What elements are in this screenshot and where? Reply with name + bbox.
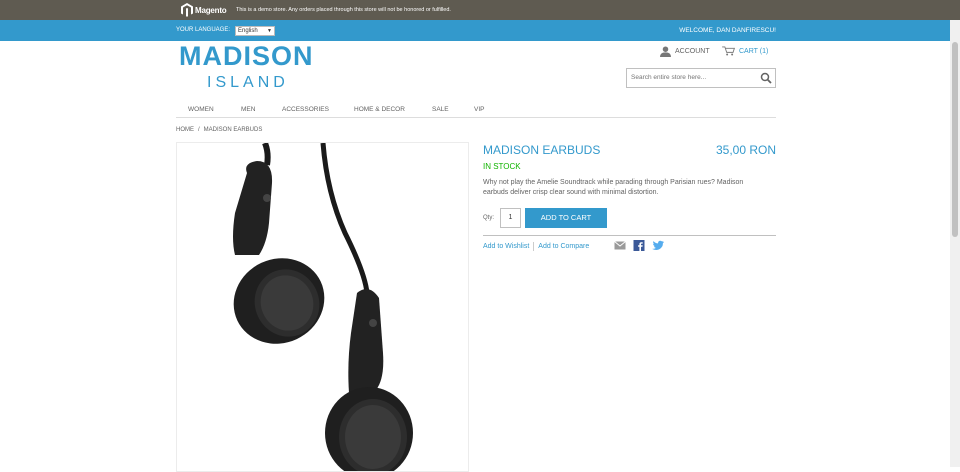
demo-notice-bar: Magento This is a demo store. Any orders… (0, 0, 960, 20)
logo-sub-text: ISLAND (207, 74, 289, 91)
link-separator (533, 242, 535, 251)
search-icon[interactable] (760, 72, 772, 84)
earbuds-image (233, 143, 413, 471)
account-label: ACCOUNT (675, 48, 710, 55)
language-select[interactable]: English ▼ (235, 26, 275, 36)
language-label: YOUR LANGUAGE: (176, 27, 231, 33)
nav-item-men[interactable]: MEN (241, 106, 255, 113)
cart-link[interactable]: CART (1) (722, 46, 768, 56)
product-links: Add to Wishlist Add to Compare (483, 242, 589, 251)
breadcrumb-home[interactable]: HOME (176, 127, 194, 133)
breadcrumb: HOME / MADISON EARBUDS (176, 127, 262, 133)
chevron-down-icon: ▼ (267, 28, 272, 34)
search-input[interactable] (631, 74, 756, 81)
product-description: Why not play the Amelie Soundtrack while… (483, 179, 744, 196)
nav-item-home-decor[interactable]: HOME & DECOR (354, 106, 405, 113)
product-image[interactable] (176, 142, 469, 472)
cart-icon (722, 46, 735, 56)
store-logo[interactable]: MADISON ISLAND (179, 41, 314, 91)
logo-main-text: MADISON (179, 41, 314, 71)
magento-icon (181, 3, 193, 17)
user-icon (660, 46, 671, 57)
cart-label: CART (1) (739, 47, 769, 55)
add-to-wishlist-link[interactable]: Add to Wishlist (483, 243, 529, 250)
add-to-compare-link[interactable]: Add to Compare (538, 243, 589, 250)
qty-label: Qty: (483, 215, 495, 221)
search-box (626, 68, 776, 88)
account-link[interactable]: ACCOUNT (660, 46, 710, 57)
add-to-cart-button[interactable]: ADD TO CART (525, 208, 607, 228)
language-select-value: English (238, 28, 258, 34)
qty-input[interactable]: 1 (500, 208, 521, 228)
breadcrumb-separator: / (198, 127, 200, 133)
product-name: MADISON EARBUDS (483, 143, 601, 157)
header-top-bar: YOUR LANGUAGE: WELCOME, DAN DANFIRESCU! (0, 20, 960, 41)
page-scrollbar-thumb[interactable] (952, 42, 958, 237)
email-icon[interactable] (614, 240, 626, 251)
facebook-icon[interactable] (633, 240, 645, 251)
nav-item-vip[interactable]: VIP (474, 106, 484, 113)
product-price: 35,00 RON (715, 143, 776, 157)
nav-item-women[interactable]: WOMEN (188, 106, 214, 113)
welcome-message: WELCOME, DAN DANFIRESCU! (679, 27, 776, 34)
magento-logo: Magento (181, 2, 227, 18)
nav-item-accessories[interactable]: ACCESSORIES (282, 106, 329, 113)
nav-item-sale[interactable]: SALE (432, 106, 449, 113)
share-links (614, 240, 664, 251)
availability-status: IN STOCK (483, 162, 521, 171)
twitter-icon[interactable] (652, 240, 664, 251)
divider (483, 235, 776, 236)
demo-notice-text: This is a demo store. Any orders placed … (236, 7, 451, 13)
breadcrumb-current: MADISON EARBUDS (203, 127, 263, 133)
main-nav: WOMEN MEN ACCESSORIES HOME & DECOR SALE … (176, 102, 776, 118)
magento-wordmark: Magento (195, 5, 227, 15)
